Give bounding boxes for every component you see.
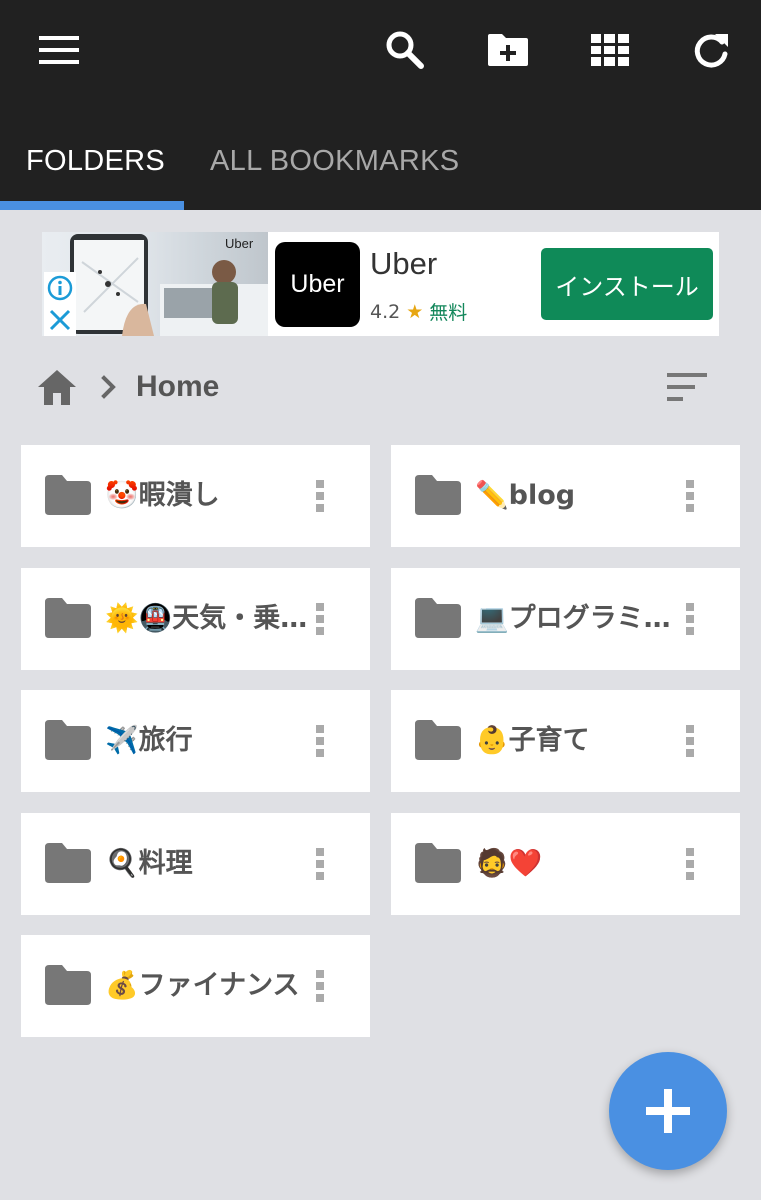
folder-more-icon[interactable] <box>678 845 702 883</box>
folder-name: 🤡暇潰し <box>105 480 220 511</box>
refresh-button[interactable] <box>681 20 741 80</box>
folder-name: 💻プログラミ… <box>475 603 671 634</box>
folder-icon <box>45 965 91 1005</box>
hamburger-menu-button[interactable] <box>29 20 89 80</box>
folder-name: 💰ファイナンス <box>105 970 300 1001</box>
folder-card[interactable]: 👶子育て <box>391 690 740 792</box>
close-icon <box>49 309 71 331</box>
folder-name: ✈️旅行 <box>105 725 193 756</box>
grid-view-icon <box>591 34 629 66</box>
home-icon[interactable] <box>36 367 78 407</box>
folder-more-icon[interactable] <box>678 477 702 515</box>
sort-button[interactable] <box>660 362 714 412</box>
folder-icon <box>45 598 91 638</box>
hamburger-menu-icon <box>39 36 79 64</box>
new-folder-icon <box>488 34 528 66</box>
folder-more-icon[interactable] <box>308 600 332 638</box>
folder-more-icon[interactable] <box>308 477 332 515</box>
breadcrumb-current: Home <box>136 370 220 403</box>
refresh-icon <box>694 34 728 68</box>
ad-app-name[interactable]: Uber <box>370 246 437 282</box>
search-icon <box>386 31 424 69</box>
ad-info-button[interactable] <box>44 272 76 304</box>
ad-install-button[interactable]: インストール <box>541 248 713 320</box>
folder-name: 🌞🚇天気・乗… <box>105 603 308 634</box>
ad-rating: 4.2 ★ 無料 <box>370 298 467 325</box>
folder-icon <box>45 475 91 515</box>
tab-bar: FOLDERS ALL BOOKMARKS <box>0 120 761 210</box>
folder-card[interactable]: 💰ファイナンス <box>21 935 370 1037</box>
folder-card[interactable]: 🧔❤️ <box>391 813 740 915</box>
sort-icon <box>667 373 707 401</box>
folder-more-icon[interactable] <box>308 722 332 760</box>
folder-icon <box>45 843 91 883</box>
ad-rating-value: 4.2 <box>370 300 401 323</box>
folder-card[interactable]: 🌞🚇天気・乗… <box>21 568 370 670</box>
chevron-right-icon <box>101 375 116 399</box>
folder-icon <box>415 720 461 760</box>
add-icon <box>646 1089 690 1133</box>
folder-card[interactable]: ✈️旅行 <box>21 690 370 792</box>
info-icon <box>47 275 73 301</box>
folder-name: 🧔❤️ <box>475 848 543 879</box>
ad-close-button[interactable] <box>44 304 76 336</box>
folder-icon <box>415 598 461 638</box>
folder-card[interactable]: ✏️blog <box>391 445 740 547</box>
ad-app-logo[interactable]: Uber <box>275 242 360 327</box>
folder-name: 👶子育て <box>475 725 590 756</box>
folder-more-icon[interactable] <box>308 967 332 1005</box>
folder-name: ✏️blog <box>475 480 576 511</box>
app-bar: FOLDERS ALL BOOKMARKS <box>0 0 761 210</box>
breadcrumb: Home <box>36 362 219 412</box>
new-folder-button[interactable] <box>478 20 538 80</box>
folder-icon <box>45 720 91 760</box>
folder-more-icon[interactable] <box>678 600 702 638</box>
ad-banner[interactable]: Uber Uber Uber 4.2 ★ 無料 インストール <box>42 232 719 336</box>
ad-price: 無料 <box>429 302 468 324</box>
active-tab-indicator <box>0 201 184 210</box>
folder-more-icon[interactable] <box>308 845 332 883</box>
folder-icon <box>415 843 461 883</box>
ad-photo-brand: Uber <box>225 236 254 251</box>
folder-more-icon[interactable] <box>678 722 702 760</box>
tab-all-bookmarks[interactable]: ALL BOOKMARKS <box>210 120 459 210</box>
ad-image[interactable]: Uber <box>42 232 268 336</box>
folder-card[interactable]: 🤡暇潰し <box>21 445 370 547</box>
folder-name: 🍳料理 <box>105 848 193 879</box>
search-button[interactable] <box>375 20 435 80</box>
add-folder-fab[interactable] <box>609 1052 727 1170</box>
folder-card[interactable]: 🍳料理 <box>21 813 370 915</box>
folder-card[interactable]: 💻プログラミ… <box>391 568 740 670</box>
grid-view-button[interactable] <box>580 20 640 80</box>
tab-folders[interactable]: FOLDERS <box>26 120 165 210</box>
star-icon: ★ <box>406 300 424 323</box>
folder-icon <box>415 475 461 515</box>
